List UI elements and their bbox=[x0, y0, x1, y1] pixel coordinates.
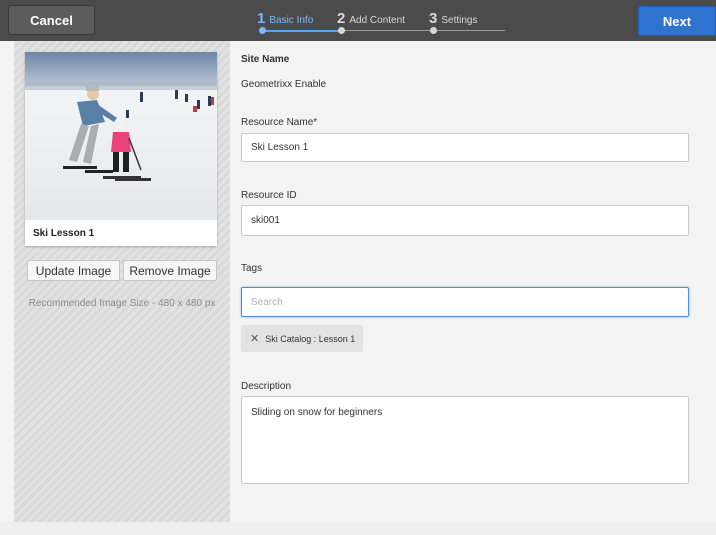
tags-search-input[interactable]: Search bbox=[241, 287, 689, 317]
site-name-value: Geometrixx Enable bbox=[241, 79, 327, 90]
resource-id-value: ski001 bbox=[251, 215, 280, 226]
thumbnail-card: Ski Lesson 1 bbox=[25, 52, 217, 246]
wizard-step-label: Settings bbox=[441, 15, 478, 26]
top-bar: Cancel 1 Basic Info 2 Add Content 3 Sett… bbox=[0, 0, 716, 41]
remove-image-button[interactable]: Remove Image bbox=[123, 260, 217, 281]
wizard-step-dot bbox=[259, 27, 266, 34]
resource-id-input[interactable]: ski001 bbox=[241, 205, 689, 236]
wizard-step-basic-info[interactable]: 1 Basic Info bbox=[257, 10, 313, 27]
wizard-step-dot bbox=[430, 27, 437, 34]
thumbnail-image bbox=[25, 52, 217, 220]
resource-id-label: Resource ID bbox=[241, 190, 297, 201]
ski-scene-image bbox=[25, 52, 217, 220]
description-label: Description bbox=[241, 381, 292, 392]
resource-name-label: Resource Name* bbox=[241, 117, 318, 128]
cancel-button[interactable]: Cancel bbox=[8, 5, 95, 35]
description-textarea[interactable]: Sliding on snow for beginners bbox=[241, 396, 689, 484]
recommended-size-hint: Recommended Image Size - 480 x 480 px bbox=[28, 298, 216, 309]
wizard-step-settings[interactable]: 3 Settings bbox=[429, 10, 477, 27]
thumbnail-caption: Ski Lesson 1 bbox=[33, 228, 95, 239]
resource-name-input[interactable]: Ski Lesson 1 bbox=[241, 133, 689, 162]
wizard-step-number: 3 bbox=[429, 10, 438, 27]
wizard-step-number: 2 bbox=[337, 10, 346, 27]
wizard-track-progress bbox=[261, 30, 341, 32]
site-name-label: Site Name bbox=[241, 54, 290, 65]
wizard-step-number: 1 bbox=[257, 10, 266, 27]
remove-tag-icon[interactable]: ✕ bbox=[250, 332, 259, 345]
next-button[interactable]: Next bbox=[638, 6, 716, 36]
tag-chip: ✕ Ski Catalog : Lesson 1 bbox=[241, 325, 363, 352]
description-value: Sliding on snow for beginners bbox=[251, 407, 383, 418]
wizard-step-dot bbox=[338, 27, 345, 34]
wizard-step-label: Add Content bbox=[349, 15, 405, 26]
wizard-step-add-content[interactable]: 2 Add Content bbox=[337, 10, 405, 27]
wizard-steps: 1 Basic Info 2 Add Content 3 Settings bbox=[255, 8, 515, 38]
update-image-button[interactable]: Update Image bbox=[27, 260, 120, 281]
resource-name-value: Ski Lesson 1 bbox=[251, 142, 309, 153]
tags-search-placeholder: Search bbox=[251, 296, 283, 308]
image-panel: Ski Lesson 1 Update Image Remove Image R… bbox=[14, 41, 230, 522]
page-footer-strip bbox=[0, 522, 716, 535]
tags-label: Tags bbox=[241, 263, 263, 274]
wizard-step-label: Basic Info bbox=[269, 15, 314, 26]
tag-chip-label: Ski Catalog : Lesson 1 bbox=[265, 333, 356, 344]
